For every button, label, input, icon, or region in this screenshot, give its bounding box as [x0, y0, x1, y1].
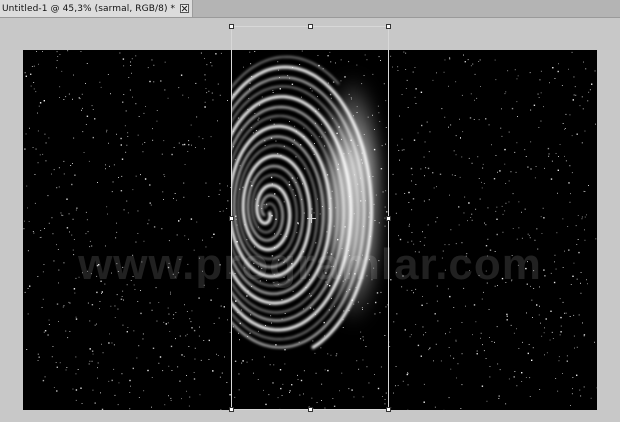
transform-bounding-box[interactable] — [229, 24, 391, 412]
transform-handle-top-left[interactable] — [229, 24, 234, 29]
transform-handle-middle-right[interactable] — [386, 216, 391, 221]
transform-handle-middle-left[interactable] — [229, 216, 234, 221]
transform-handle-top-right[interactable] — [386, 24, 391, 29]
transform-handle-bottom-right[interactable] — [386, 407, 391, 412]
crosshair-icon[interactable] — [307, 214, 316, 223]
document-tab-bar: Untitled-1 @ 45,3% (sarmal, RGB/8) * — [0, 0, 620, 18]
transform-handle-bottom-left[interactable] — [229, 407, 234, 412]
document-tab-title: Untitled-1 @ 45,3% (sarmal, RGB/8) * — [2, 3, 176, 14]
document-tab[interactable]: Untitled-1 @ 45,3% (sarmal, RGB/8) * — [0, 0, 194, 17]
transform-handle-bottom-center[interactable] — [308, 407, 313, 412]
close-icon[interactable] — [180, 4, 190, 13]
transform-handle-top-center[interactable] — [308, 24, 313, 29]
